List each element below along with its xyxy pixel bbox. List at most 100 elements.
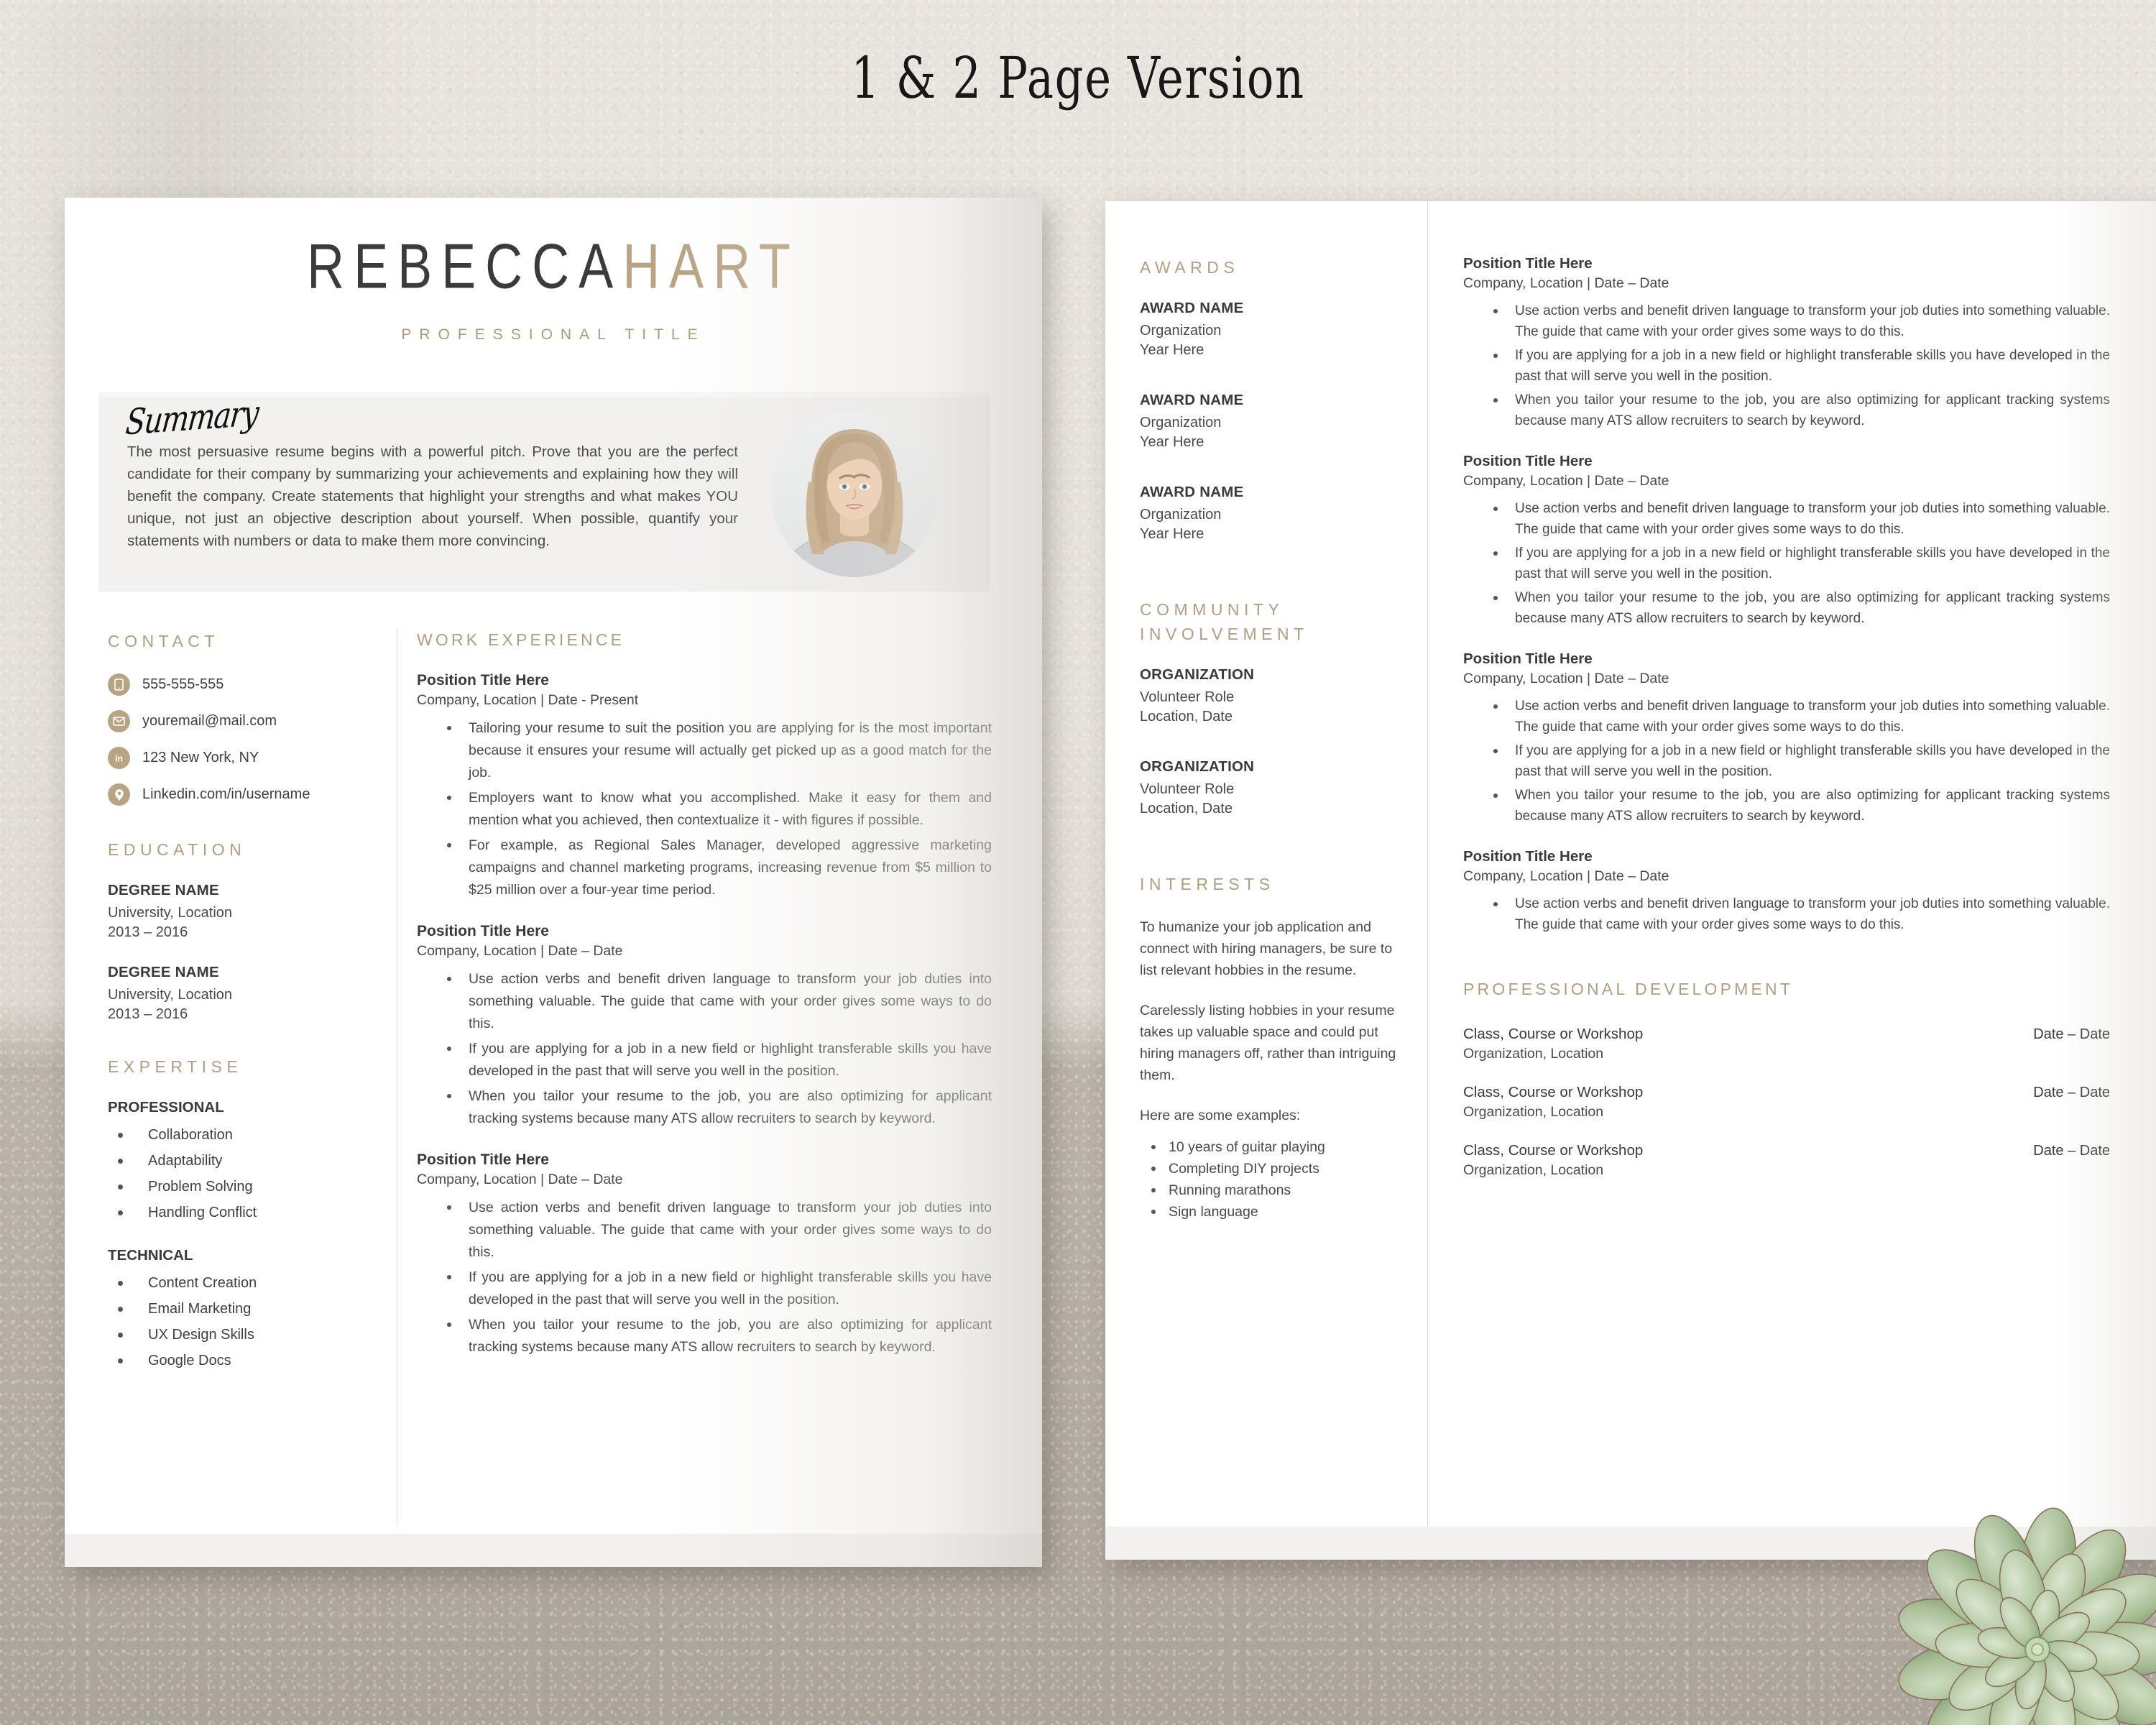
summary-text: The most persuasive resume begins with a… xyxy=(127,443,738,549)
job-title: Position Title Here xyxy=(417,923,549,939)
work-experience-list: Position Title Here Company, Location | D… xyxy=(417,672,992,1358)
expertise-skill-list: Content Creation Email Marketing UX Design… xyxy=(118,1274,388,1369)
job-entry: Position Title Here Company, Location | D… xyxy=(417,672,992,901)
job-bullet: Tailoring your resume to suit the positi… xyxy=(444,717,992,784)
contact-row[interactable]: in 123 New York, NY xyxy=(108,747,388,769)
job-bullet: When you tailor your resume to the job, … xyxy=(444,1085,992,1130)
professional-development-row: Class, Course or Workshop Date – Date Orga… xyxy=(1463,1142,2110,1179)
envelope-icon xyxy=(108,710,130,732)
job-bullet: When you tailor your resume to the job, … xyxy=(1491,390,2110,431)
community-list: ORGANIZATION Volunteer Role Location, Date… xyxy=(1140,666,1399,819)
job-bullet: Use action verbs and benefit driven lang… xyxy=(444,1197,992,1264)
job-bullet: If you are applying for a job in a new f… xyxy=(1491,345,2110,387)
interest-item: Running marathons xyxy=(1150,1179,1399,1201)
job-bullet: When you tailor your resume to the job, … xyxy=(444,1314,992,1358)
skill-item: Google Docs xyxy=(118,1352,388,1369)
interests-paragraph-2: Carelessly listing hobbies in your resum… xyxy=(1140,1003,1396,1083)
skill-item: Adaptability xyxy=(118,1152,388,1169)
award-year: Year Here xyxy=(1140,434,1204,450)
course-name: Class, Course or Workshop xyxy=(1463,1142,1644,1159)
job-bullet-list: Tailoring your resume to suit the positi… xyxy=(444,717,992,901)
job-meta: Company, Location | Date - Present xyxy=(417,692,639,708)
section-heading-contact: CONTACT xyxy=(108,632,219,650)
interest-item: Completing DIY projects xyxy=(1150,1158,1399,1179)
job-bullet: When you tailor your resume to the job, … xyxy=(1491,587,2110,629)
section-heading-expertise: EXPERTISE xyxy=(108,1057,243,1076)
job-meta: Company, Location | Date – Date xyxy=(417,1172,623,1187)
job-title: Position Title Here xyxy=(1463,650,1593,667)
expertise-list: PROFESSIONAL Collaboration Adaptability Pro… xyxy=(108,1099,388,1369)
award-year: Year Here xyxy=(1140,342,1204,358)
contact-row[interactable]: 555-555-555 xyxy=(108,673,388,696)
job-bullet-list: Use action verbs and benefit driven lang… xyxy=(444,1197,992,1358)
contact-value: 123 New York, NY xyxy=(142,750,259,765)
professional-development-section: PROFESSIONAL DEVELOPMENT Class, Course o… xyxy=(1463,977,2110,1179)
job-entry: Position Title Here Company, Location | D… xyxy=(1463,848,2110,935)
job-bullet: Use action verbs and benefit driven lang… xyxy=(1491,498,2110,540)
award-name: AWARD NAME xyxy=(1140,484,1244,500)
job-bullet-list: Use action verbs and benefit driven lang… xyxy=(1491,893,2110,935)
expertise-group-label: TECHNICAL xyxy=(108,1247,193,1264)
interests-paragraph-1: To humanize your job application and con… xyxy=(1140,919,1393,978)
contact-value: Linkedin.com/in/username xyxy=(142,786,310,802)
skill-item: Content Creation xyxy=(118,1274,388,1292)
job-bullet-list: Use action verbs and benefit driven lang… xyxy=(1491,498,2110,629)
award-organization: Organization xyxy=(1140,415,1222,431)
job-bullet: Use action verbs and benefit driven lang… xyxy=(1491,300,2110,342)
job-bullet: When you tailor your resume to the job, … xyxy=(1491,785,2110,827)
section-heading-community: COMMUNITY INVOLVEMENT xyxy=(1140,600,1309,643)
education-years: 2013 – 2016 xyxy=(108,1006,188,1022)
page1-footer-strip xyxy=(65,1534,1042,1567)
community-location-date: Location, Date xyxy=(1140,801,1233,816)
job-bullet: If you are applying for a job in a new f… xyxy=(444,1038,992,1082)
job-bullet: Employers want to know what you accompli… xyxy=(444,787,992,832)
last-name: HART xyxy=(622,231,800,302)
contact-row[interactable]: youremail@mail.com xyxy=(108,710,388,732)
contact-value: youremail@mail.com xyxy=(142,713,277,729)
job-title: Position Title Here xyxy=(1463,255,1593,272)
profile-photo xyxy=(771,410,938,577)
job-entry: Position Title Here Company, Location | D… xyxy=(1463,255,2110,431)
award-name: AWARD NAME xyxy=(1140,300,1244,316)
education-list: DEGREE NAME University, Location 2013 – 20… xyxy=(108,882,388,1024)
degree-name: DEGREE NAME xyxy=(108,882,219,898)
job-entry: Position Title Here Company, Location | D… xyxy=(417,923,992,1130)
interests-paragraph-3: Here are some examples: xyxy=(1140,1108,1301,1123)
resume-page-1: REBECCAHART PROFESSIONAL TITLE Summary T… xyxy=(65,198,1042,1567)
svg-text:in: in xyxy=(115,754,123,764)
contact-row[interactable]: Linkedin.com/in/username xyxy=(108,783,388,806)
course-name: Class, Course or Workshop xyxy=(1463,1084,1644,1100)
course-organization: Organization, Location xyxy=(1463,1046,1604,1062)
page2-right-column: Position Title Here Company, Location | D… xyxy=(1463,255,2110,1200)
degree-name: DEGREE NAME xyxy=(108,964,219,980)
job-bullet: If you are applying for a job in a new f… xyxy=(1491,543,2110,584)
course-date: Date – Date xyxy=(2033,1026,2110,1042)
section-heading-awards: AWARDS xyxy=(1140,258,1240,277)
community-entry: ORGANIZATION Volunteer Role Location, Date xyxy=(1140,758,1399,819)
job-title: Position Title Here xyxy=(1463,453,1593,469)
full-name: REBECCAHART xyxy=(307,231,800,303)
section-heading-work-experience: WORK EXPERIENCE xyxy=(417,630,625,649)
first-name: REBECCA xyxy=(307,231,623,302)
education-entry: DEGREE NAME University, Location 2013 – 20… xyxy=(108,964,388,1024)
resume-page-2: AWARDS AWARD NAME Organization Year Here AW… xyxy=(1105,201,2156,1560)
course-organization: Organization, Location xyxy=(1463,1104,1604,1120)
award-name: AWARD NAME xyxy=(1140,392,1244,408)
award-year: Year Here xyxy=(1140,526,1204,542)
expertise-skill-list: Collaboration Adaptability Problem Solving… xyxy=(118,1126,388,1221)
skill-item: UX Design Skills xyxy=(118,1326,388,1343)
education-years: 2013 – 2016 xyxy=(108,924,188,940)
course-organization: Organization, Location xyxy=(1463,1162,1604,1178)
skill-item: Handling Conflict xyxy=(118,1204,388,1221)
contact-list: 555-555-555 youremail@mail.com in 123 New Y… xyxy=(108,673,388,806)
job-bullet: Use action verbs and benefit driven lang… xyxy=(1491,696,2110,737)
professional-title: PROFESSIONAL TITLE xyxy=(401,326,706,343)
summary-script-label: Summary xyxy=(124,393,260,443)
job-title: Position Title Here xyxy=(417,672,549,689)
job-title: Position Title Here xyxy=(417,1151,549,1168)
community-role: Volunteer Role xyxy=(1140,689,1235,705)
job-meta: Company, Location | Date – Date xyxy=(1463,868,1669,884)
page-title: 1 & 2 Page Version xyxy=(851,45,1305,111)
page1-right-column: WORK EXPERIENCE Position Title Here Compa… xyxy=(417,627,992,1380)
award-organization: Organization xyxy=(1140,323,1222,339)
